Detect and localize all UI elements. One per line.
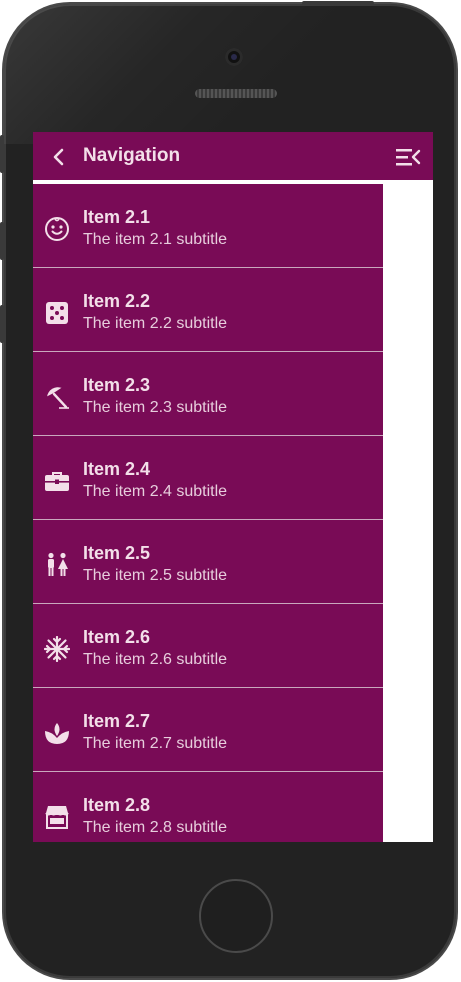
list-item-2-2[interactable]: Item 2.2 The item 2.2 subtitle <box>33 268 383 352</box>
item-title: Item 2.5 <box>83 543 151 563</box>
menu-collapse-icon[interactable] <box>395 146 421 168</box>
list-item-2-1[interactable]: Item 2.1 The item 2.1 subtitle <box>33 184 383 268</box>
restroom-icon <box>48 552 68 576</box>
home-button[interactable] <box>199 879 273 953</box>
item-subtitle: The item 2.2 subtitle <box>83 315 228 332</box>
item-subtitle: The item 2.3 subtitle <box>83 399 228 416</box>
item-title: Item 2.1 <box>83 207 151 227</box>
item-title: Item 2.3 <box>83 375 151 395</box>
screen: Navigation Item 2.1 The item 2.1 subtitl… <box>33 132 433 842</box>
dice-icon <box>46 302 68 324</box>
item-subtitle: The item 2.4 subtitle <box>83 483 228 500</box>
item-subtitle: The item 2.5 subtitle <box>83 567 228 584</box>
power-button <box>302 1 374 5</box>
item-title: Item 2.6 <box>83 627 151 647</box>
snowflake-icon <box>44 636 70 662</box>
item-title: Item 2.2 <box>83 291 151 311</box>
navigation-header: Navigation <box>33 132 433 182</box>
content-pane <box>383 184 433 842</box>
volume-down-button <box>0 305 4 343</box>
earpiece-speaker <box>195 89 277 98</box>
item-title: Item 2.8 <box>83 795 151 815</box>
page-title: Navigation <box>83 145 181 166</box>
item-subtitle: The item 2.8 subtitle <box>83 819 228 836</box>
mute-switch <box>0 135 4 173</box>
front-camera <box>225 48 243 66</box>
spa-icon <box>45 723 69 744</box>
list-item-2-8[interactable]: Item 2.8 The item 2.8 subtitle <box>33 772 383 842</box>
item-subtitle: The item 2.7 subtitle <box>83 735 228 752</box>
list-item-2-5[interactable]: Item 2.5 The item 2.5 subtitle <box>33 520 383 604</box>
chevron-left-icon[interactable] <box>49 147 69 167</box>
navigation-list: Item 2.1 The item 2.1 subtitle Item 2.2 … <box>33 184 383 842</box>
item-subtitle: The item 2.6 subtitle <box>83 651 228 668</box>
item-title: Item 2.7 <box>83 711 151 731</box>
list-item-2-3[interactable]: Item 2.3 The item 2.3 subtitle <box>33 352 383 436</box>
baby-face-icon <box>45 217 69 241</box>
item-title: Item 2.4 <box>83 459 151 479</box>
list-item-2-4[interactable]: Item 2.4 The item 2.4 subtitle <box>33 436 383 520</box>
store-icon <box>45 806 69 829</box>
list-item-2-6[interactable]: Item 2.6 The item 2.6 subtitle <box>33 604 383 688</box>
list-item-2-7[interactable]: Item 2.7 The item 2.7 subtitle <box>33 688 383 772</box>
beach-umbrella-icon <box>46 387 69 409</box>
phone-gloss <box>4 4 456 144</box>
item-subtitle: The item 2.1 subtitle <box>83 231 228 248</box>
volume-up-button <box>0 222 4 260</box>
briefcase-icon <box>45 472 69 491</box>
